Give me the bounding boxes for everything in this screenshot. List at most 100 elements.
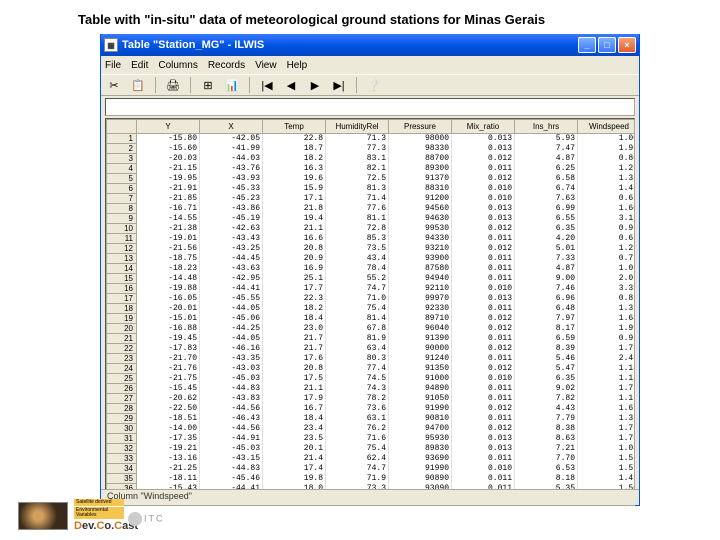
cell[interactable]: 5.01 [515, 244, 578, 254]
col-index[interactable] [107, 120, 137, 134]
cell[interactable]: 91990 [389, 464, 452, 474]
cell[interactable]: 81.1 [326, 214, 389, 224]
cell[interactable]: 1.68 [578, 314, 635, 324]
cell[interactable]: 72.8 [326, 224, 389, 234]
cell[interactable]: 1.29 [578, 244, 635, 254]
cell[interactable]: 55.2 [326, 274, 389, 284]
row-header[interactable]: 7 [107, 194, 137, 204]
cell[interactable]: 71.9 [326, 474, 389, 484]
cell[interactable]: 1.60 [578, 204, 635, 214]
cell[interactable]: 1.04 [578, 444, 635, 454]
cell[interactable]: 67.8 [326, 324, 389, 334]
paste-icon[interactable]: 📋 [129, 76, 147, 94]
cell[interactable]: 23.0 [263, 324, 326, 334]
menu-edit[interactable]: Edit [131, 60, 148, 71]
cell[interactable]: -45.19 [200, 214, 263, 224]
row-header[interactable]: 21 [107, 334, 137, 344]
cell[interactable]: -45.06 [200, 314, 263, 324]
cell[interactable]: -18.11 [137, 474, 200, 484]
cell[interactable]: 20.9 [263, 254, 326, 264]
cell[interactable]: -43.15 [200, 454, 263, 464]
cell[interactable]: -43.43 [200, 234, 263, 244]
cell[interactable]: 19.6 [263, 174, 326, 184]
row-header[interactable]: 1 [107, 134, 137, 144]
cell[interactable]: 95930 [389, 434, 452, 444]
row-header[interactable]: 22 [107, 344, 137, 354]
cell[interactable]: 6.35 [515, 374, 578, 384]
cell[interactable]: 6.96 [515, 294, 578, 304]
cell[interactable]: 0.010 [452, 464, 515, 474]
cell[interactable]: 1.35 [578, 174, 635, 184]
cell[interactable]: 0.011 [452, 414, 515, 424]
cell[interactable]: -44.05 [200, 304, 263, 314]
cell[interactable]: 0.010 [452, 374, 515, 384]
cell[interactable]: 91050 [389, 394, 452, 404]
cell[interactable]: -45.03 [200, 444, 263, 454]
cell[interactable]: 4.43 [515, 404, 578, 414]
col-inshrs[interactable]: Ins_hrs [515, 120, 578, 134]
cell[interactable]: -20.01 [137, 304, 200, 314]
cell[interactable]: 1.03 [578, 264, 635, 274]
cell[interactable]: -41.99 [200, 144, 263, 154]
cell[interactable]: 1.76 [578, 424, 635, 434]
col-windspeed[interactable]: Windspeed [578, 120, 635, 134]
cell[interactable]: -16.88 [137, 324, 200, 334]
table-row[interactable]: 14-18.23-43.6316.978.4875800.0114.871.03 [107, 264, 635, 274]
cell[interactable]: 93900 [389, 254, 452, 264]
cell[interactable]: -44.83 [200, 384, 263, 394]
cell[interactable]: -43.93 [200, 174, 263, 184]
menu-records[interactable]: Records [208, 60, 245, 71]
cell[interactable]: 74.7 [326, 464, 389, 474]
cell[interactable]: 0.012 [452, 224, 515, 234]
cell[interactable]: -42.05 [200, 134, 263, 144]
menu-file[interactable]: File [105, 60, 121, 71]
cell[interactable]: 96040 [389, 324, 452, 334]
cell[interactable]: 8.17 [515, 324, 578, 334]
cell[interactable]: 90000 [389, 344, 452, 354]
cell[interactable]: 98000 [389, 134, 452, 144]
cell[interactable]: 9.00 [515, 274, 578, 284]
table-row[interactable]: 4-21.15-43.7616.382.1893000.0116.251.26 [107, 164, 635, 174]
cell[interactable]: 19.4 [263, 214, 326, 224]
cell[interactable]: 91350 [389, 364, 452, 374]
row-header[interactable]: 27 [107, 394, 137, 404]
next-record-icon[interactable]: ▶ [306, 76, 324, 94]
cell[interactable]: 89710 [389, 314, 452, 324]
data-grid[interactable]: Y X Temp HumidityRel Pressure Mix_ratio … [105, 118, 635, 506]
formula-bar[interactable] [105, 98, 635, 116]
cell[interactable]: 0.012 [452, 344, 515, 354]
cell[interactable]: 0.011 [452, 454, 515, 464]
cell[interactable]: 0.97 [578, 334, 635, 344]
cell[interactable]: 74.5 [326, 374, 389, 384]
col-humidity[interactable]: HumidityRel [326, 120, 389, 134]
row-header[interactable]: 2 [107, 144, 137, 154]
cell[interactable]: 74.7 [326, 284, 389, 294]
table-row[interactable]: 10-21.38-42.6321.172.8995300.0126.350.95 [107, 224, 635, 234]
cell[interactable]: 94940 [389, 274, 452, 284]
cell[interactable]: 87580 [389, 264, 452, 274]
row-header[interactable]: 19 [107, 314, 137, 324]
cell[interactable]: 88310 [389, 184, 452, 194]
row-header[interactable]: 33 [107, 454, 137, 464]
cell[interactable]: 0.012 [452, 404, 515, 414]
cell[interactable]: 75.4 [326, 304, 389, 314]
prev-record-icon[interactable]: ◀ [282, 76, 300, 94]
cell[interactable]: -14.48 [137, 274, 200, 284]
table-row[interactable]: 28-22.50-44.5616.773.6919900.0124.431.67 [107, 404, 635, 414]
cell[interactable]: 16.3 [263, 164, 326, 174]
cell[interactable]: 74.3 [326, 384, 389, 394]
cell[interactable]: 3.31 [578, 284, 635, 294]
cell[interactable]: 6.25 [515, 164, 578, 174]
cell[interactable]: 1.43 [578, 184, 635, 194]
graph-icon[interactable]: 📊 [223, 76, 241, 94]
last-record-icon[interactable]: ▶| [330, 76, 348, 94]
cell[interactable]: 16.7 [263, 404, 326, 414]
cell[interactable]: 6.53 [515, 464, 578, 474]
cell[interactable]: 1.99 [578, 324, 635, 334]
table-row[interactable]: 23-21.70-43.3517.680.3912400.0115.462.46 [107, 354, 635, 364]
cell[interactable]: 91240 [389, 354, 452, 364]
cell[interactable]: 81.4 [326, 314, 389, 324]
cell[interactable]: 0.012 [452, 424, 515, 434]
cell[interactable]: 91200 [389, 194, 452, 204]
cell[interactable]: 93690 [389, 454, 452, 464]
